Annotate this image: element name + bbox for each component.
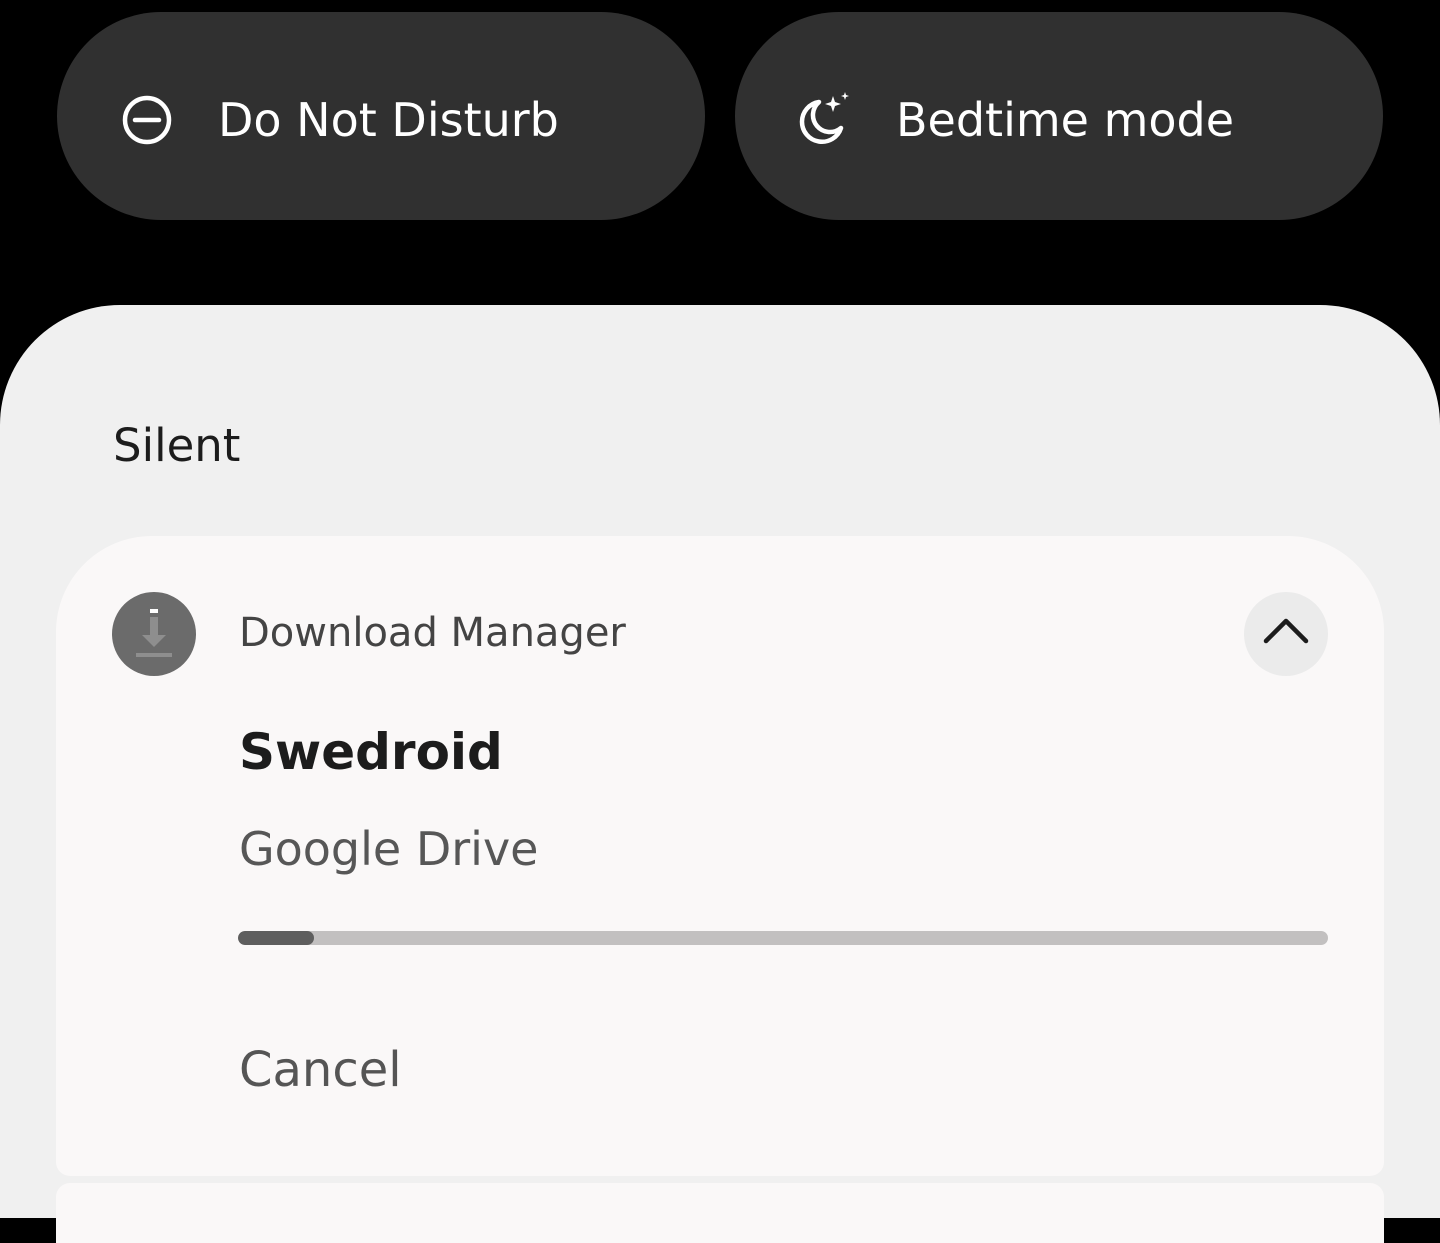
bedtime-moon-stars-icon xyxy=(799,92,849,145)
notification-shade: Silent Download Manager Swedroid Google … xyxy=(0,305,1440,1243)
do-not-disturb-icon xyxy=(122,95,172,145)
download-progress-bar xyxy=(238,931,1328,945)
next-notification-card[interactable] xyxy=(56,1183,1384,1243)
download-app-icon xyxy=(112,592,196,676)
notification-text: Google Drive xyxy=(239,822,539,876)
collapse-button[interactable] xyxy=(1244,592,1328,676)
download-arrow-icon xyxy=(136,609,172,657)
download-notification-card[interactable]: Download Manager Swedroid Google Drive C… xyxy=(56,536,1384,1176)
notification-title: Swedroid xyxy=(239,723,503,781)
app-name: Download Manager xyxy=(239,610,626,656)
bedtime-mode-tile[interactable]: Bedtime mode xyxy=(735,12,1383,220)
cancel-button[interactable]: Cancel xyxy=(239,1041,402,1099)
download-progress-fill xyxy=(238,931,315,945)
chevron-up-icon xyxy=(1263,618,1309,644)
section-header-silent: Silent xyxy=(113,419,241,472)
bedtime-mode-label: Bedtime mode xyxy=(896,93,1235,147)
do-not-disturb-label: Do Not Disturb xyxy=(218,93,559,147)
do-not-disturb-tile[interactable]: Do Not Disturb xyxy=(57,12,705,220)
